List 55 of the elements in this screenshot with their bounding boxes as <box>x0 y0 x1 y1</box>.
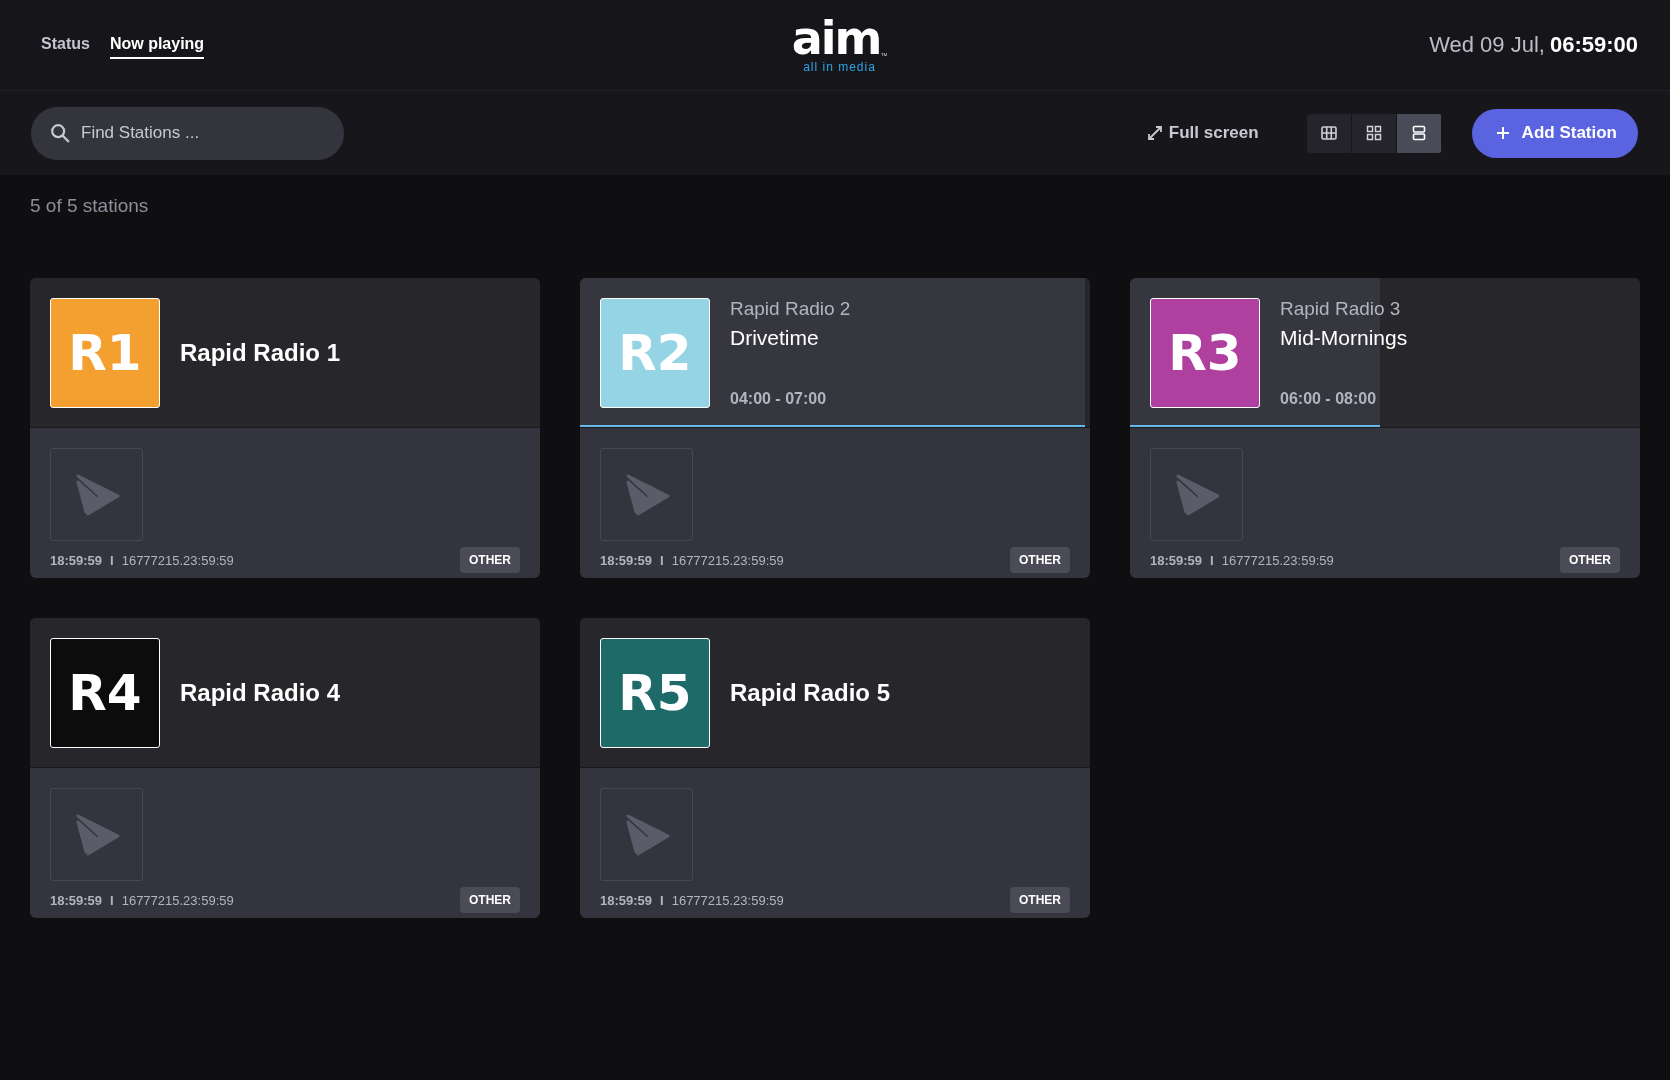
expand-arrows-icon <box>1146 125 1163 141</box>
logo-tagline: all in media <box>803 59 876 74</box>
clock-date: Wed 09 Jul, <box>1429 32 1545 57</box>
station-name: Rapid Radio 4 <box>180 678 341 707</box>
category-tag: OTHER <box>1010 547 1070 573</box>
show-title: Mid-Mornings <box>1280 325 1408 350</box>
nav-tab[interactable]: Now playing <box>109 31 205 59</box>
station-name: Rapid Radio 5 <box>730 678 891 707</box>
full-screen-button[interactable]: Full screen <box>1140 122 1265 144</box>
station-logo-text: R3 <box>1168 323 1242 382</box>
station-logo-text: R4 <box>68 663 142 722</box>
station-name: Rapid Radio 3 <box>1280 297 1402 320</box>
category-tag: OTHER <box>460 887 520 913</box>
station-logo-text: R2 <box>618 323 692 382</box>
station-name: Rapid Radio 2 <box>730 297 851 320</box>
category-tag: OTHER <box>1010 887 1070 913</box>
show-hours: 04:00 - 07:00 <box>730 389 828 408</box>
station-logo-text: R5 <box>618 663 692 722</box>
footer-duration: 16777215.23:59:59 <box>121 892 234 908</box>
footer-separator: I <box>660 892 664 908</box>
footer-duration: 16777215.23:59:59 <box>1221 552 1334 568</box>
footer-separator: I <box>110 552 114 568</box>
search-icon <box>49 121 71 144</box>
list-view-button[interactable] <box>1396 113 1442 153</box>
footer-separator: I <box>110 892 114 908</box>
footer-duration: 16777215.23:59:59 <box>671 552 784 568</box>
footer-separator: I <box>1210 552 1214 568</box>
footer-time: 18:59:59 <box>50 552 103 568</box>
station-card[interactable]: R3 Rapid Radio 3 Mid-Mornings 06:00 - 08:00 18:59:59 I 16777215.23:59:59 OTHER <box>1130 278 1640 578</box>
clock-time: 06:59:00 <box>1549 32 1638 57</box>
logo-wordmark: aim <box>791 16 881 59</box>
footer-duration: 16777215.23:59:59 <box>121 552 234 568</box>
footer-time: 18:59:59 <box>1150 552 1203 568</box>
station-card[interactable]: R4 Rapid Radio 4 18:59:59 I 16777215.23:59:59 OTHER <box>30 618 540 918</box>
station-card[interactable]: R1 Rapid Radio 1 18:59:59 I 16777215.23:59:59 OTHER <box>30 278 540 578</box>
category-tag: OTHER <box>1560 547 1620 573</box>
search-field[interactable]: Find Stations ... <box>31 106 344 160</box>
station-logo-text: R1 <box>68 323 142 382</box>
category-tag: OTHER <box>460 547 520 573</box>
footer-time: 18:59:59 <box>50 892 103 908</box>
footer-separator: I <box>660 552 664 568</box>
four-squares-icon <box>1364 124 1383 142</box>
station-name: Rapid Radio 1 <box>180 338 341 367</box>
nav-tab[interactable]: Status <box>41 31 90 59</box>
plus-icon <box>1495 126 1510 140</box>
station-card[interactable]: R2 Rapid Radio 2 Drivetime 04:00 - 07:00 18:59:59 I 16777215.23:59:59 OTHER <box>580 278 1090 578</box>
footer-time: 18:59:59 <box>600 552 653 568</box>
station-count: 5 of 5 stations <box>29 194 150 218</box>
station-card[interactable]: R5 Rapid Radio 5 18:59:59 I 16777215.23:59:59 OTHER <box>580 618 1090 918</box>
show-hours: 06:00 - 08:00 <box>1280 389 1378 408</box>
footer-time: 18:59:59 <box>600 892 653 908</box>
add-station-button[interactable]: Add Station <box>1471 108 1638 158</box>
footer-duration: 16777215.23:59:59 <box>671 892 784 908</box>
table-grid-icon <box>1319 124 1338 142</box>
show-title: Drivetime <box>730 325 820 350</box>
